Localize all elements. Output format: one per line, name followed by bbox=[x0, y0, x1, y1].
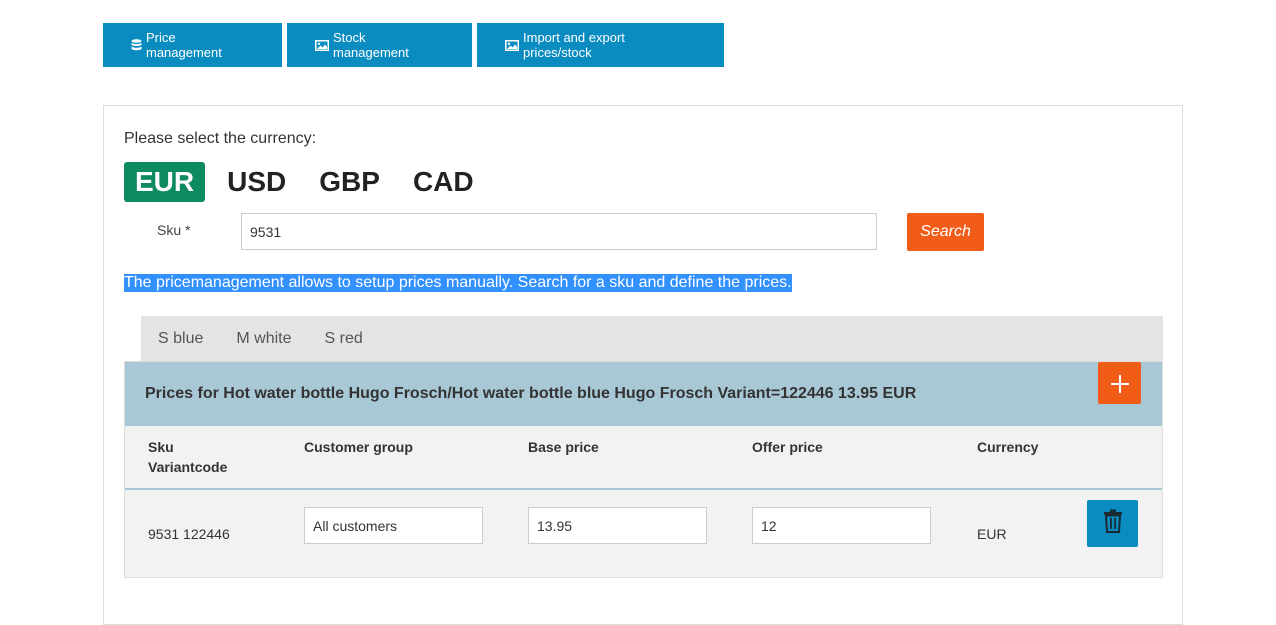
search-button[interactable]: Search bbox=[907, 213, 984, 251]
currency-eur[interactable]: EUR bbox=[124, 162, 206, 202]
prices-card: Prices for Hot water bottle Hugo Frosch/… bbox=[124, 361, 1163, 578]
column-header-sku-line1: Sku bbox=[148, 439, 174, 455]
column-header-base-price: Base price bbox=[528, 439, 599, 455]
add-price-button[interactable] bbox=[1098, 362, 1141, 404]
column-header-offer-price: Offer price bbox=[752, 439, 823, 455]
plus-icon bbox=[1110, 367, 1130, 399]
image-icon bbox=[505, 39, 519, 51]
tab-s-blue[interactable]: S blue bbox=[158, 330, 203, 348]
stock-management-label: Stock management bbox=[333, 30, 409, 60]
currency-usd[interactable]: USD bbox=[216, 162, 297, 202]
sku-label: Sku * bbox=[157, 222, 191, 238]
base-price-input[interactable] bbox=[528, 507, 707, 544]
row-currency: EUR bbox=[977, 526, 1007, 542]
customer-group-input[interactable] bbox=[304, 507, 483, 544]
tab-m-white[interactable]: M white bbox=[236, 330, 291, 348]
variant-tabs: S blue M white S red bbox=[141, 316, 1163, 361]
offer-price-input[interactable] bbox=[752, 507, 931, 544]
import-export-button[interactable]: Import and export prices/stock bbox=[477, 23, 724, 67]
price-management-label: Price management bbox=[146, 30, 222, 60]
delete-price-button[interactable] bbox=[1087, 500, 1138, 547]
prices-title: Prices for Hot water bottle Hugo Frosch/… bbox=[145, 385, 917, 402]
price-management-button[interactable]: Price management bbox=[103, 23, 282, 67]
trash-icon bbox=[1103, 509, 1123, 538]
tab-s-red[interactable]: S red bbox=[325, 330, 363, 348]
image-icon bbox=[315, 39, 329, 51]
prices-card-header: Prices for Hot water bottle Hugo Frosch/… bbox=[125, 362, 1162, 426]
top-navigation: Price management Stock management Import… bbox=[103, 23, 724, 67]
currency-gbp[interactable]: GBP bbox=[308, 162, 391, 202]
currency-selector: EUR USD GBP CAD bbox=[124, 162, 496, 202]
row-sku-variant: 9531 122446 bbox=[148, 526, 230, 542]
sku-input[interactable] bbox=[241, 213, 877, 250]
column-header-currency: Currency bbox=[977, 439, 1039, 455]
price-management-panel: Please select the currency: EUR USD GBP … bbox=[103, 105, 1183, 625]
currency-label: Please select the currency: bbox=[124, 130, 317, 147]
database-icon bbox=[131, 39, 142, 51]
header-divider bbox=[125, 488, 1162, 490]
stock-management-button[interactable]: Stock management bbox=[287, 23, 472, 67]
info-text: The pricemanagement allows to setup pric… bbox=[124, 274, 792, 292]
column-header-sku: Sku Variantcode bbox=[148, 437, 227, 477]
column-header-sku-line2: Variantcode bbox=[148, 459, 228, 475]
column-header-customer-group: Customer group bbox=[304, 439, 413, 455]
currency-cad[interactable]: CAD bbox=[402, 162, 485, 202]
import-export-label: Import and export prices/stock bbox=[523, 30, 625, 60]
